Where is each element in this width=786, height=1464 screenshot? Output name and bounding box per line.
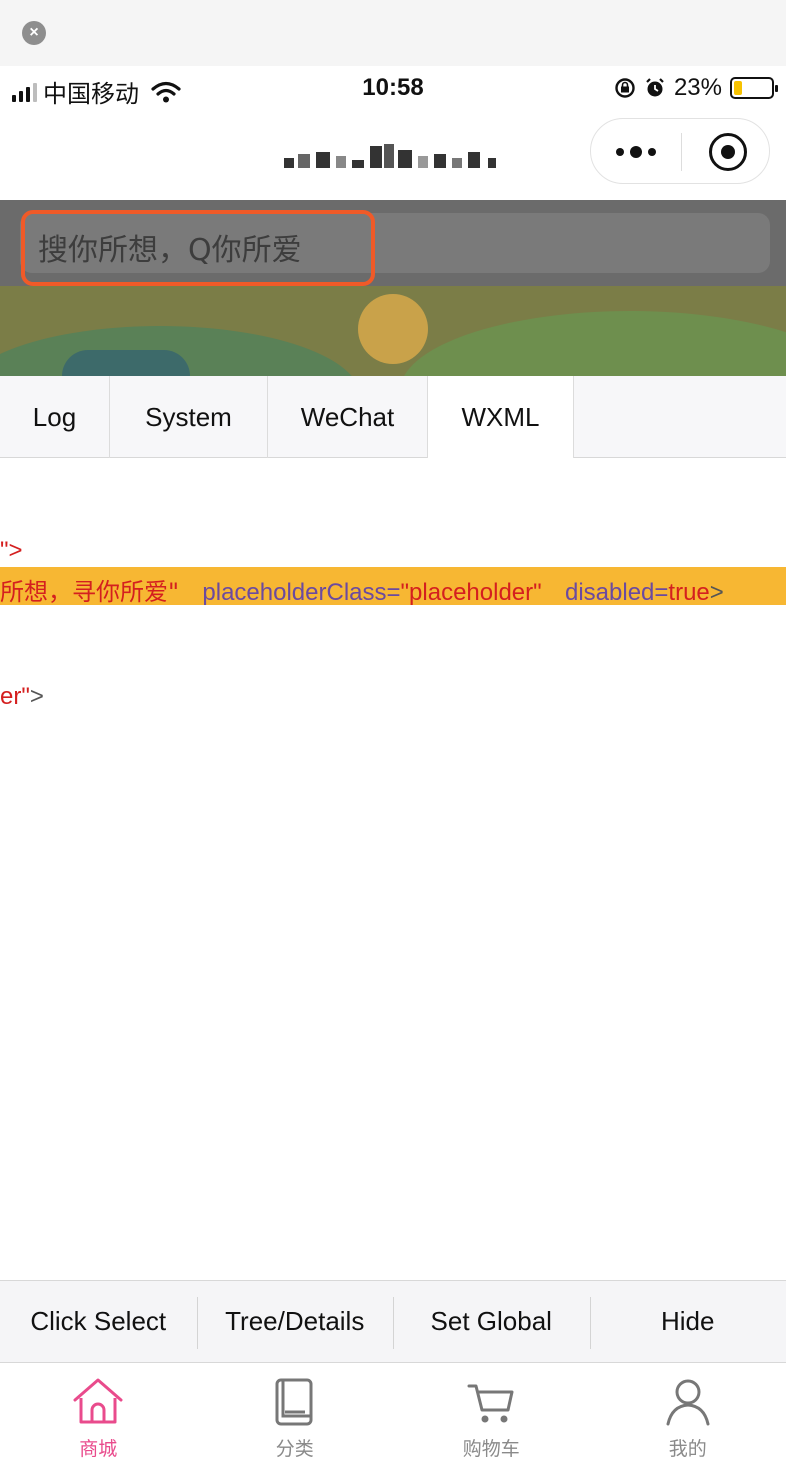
nav-bar [0, 112, 786, 200]
code-line-3: er"> [0, 683, 44, 711]
click-select-button[interactable]: Click Select [0, 1281, 197, 1362]
close-icon[interactable]: × [22, 21, 46, 45]
code-line-1-text: "> [0, 537, 23, 564]
tabbar-label-profile: 我的 [668, 1438, 707, 1460]
status-right: 23% [614, 74, 778, 102]
tree-details-label: Tree/Details [225, 1306, 365, 1336]
tab-wechat[interactable]: WeChat [268, 376, 428, 458]
capsule-menu [590, 118, 770, 184]
close-target-icon[interactable] [709, 133, 747, 171]
category-book-icon [275, 1378, 313, 1426]
debug-toolbar: Click Select Tree/Details Set Global Hid… [0, 1280, 786, 1363]
alarm-icon [646, 78, 664, 97]
bottom-tab-bar: 商城 分类 购物车 我的 [0, 1364, 786, 1464]
battery-level-fill [734, 81, 742, 95]
tab-wechat-label: WeChat [300, 401, 395, 432]
code-line-1: "> [0, 537, 23, 565]
tabbar-item-category[interactable]: 分类 [197, 1364, 394, 1464]
cart-icon [467, 1384, 514, 1423]
code-placeholder-value: 所想，寻你所爱" [0, 578, 180, 606]
status-bar: 中国移动 10:58 23% [0, 66, 786, 112]
tree-details-button[interactable]: Tree/Details [196, 1281, 394, 1362]
code-line-3-end: > [29, 683, 44, 710]
code-attr-disabled: disabled= [565, 579, 669, 606]
home-icon [73, 1378, 123, 1424]
set-global-label: Set Global [430, 1306, 552, 1336]
tabbar-item-mall[interactable]: 商城 [0, 1364, 197, 1464]
pixelated-app-title [284, 136, 504, 176]
tab-wxml-label: WXML [461, 401, 540, 432]
element-highlight-outline [21, 210, 375, 286]
tab-log[interactable]: Log [0, 376, 110, 458]
banner-sun [358, 294, 428, 364]
tabbar-item-cart[interactable]: 购物车 [393, 1364, 590, 1464]
code-tag-end: > [709, 579, 724, 606]
banner-hill-right [400, 311, 786, 376]
more-dots-icon[interactable] [591, 119, 681, 185]
tabbar-label-mall: 商城 [79, 1438, 118, 1460]
hide-label: Hide [661, 1306, 715, 1336]
tabbar-label-category: 分类 [275, 1438, 314, 1460]
capsule-divider [681, 133, 682, 171]
wxml-code-pane[interactable]: "> 所想，寻你所爱" placeholderClass="placeholde… [0, 459, 786, 1280]
promo-banner[interactable] [0, 286, 786, 376]
profile-icon [666, 1379, 710, 1426]
code-line-highlighted: 所想，寻你所爱" placeholderClass="placeholder" … [0, 567, 786, 606]
tab-wxml[interactable]: WXML [428, 376, 574, 458]
mini-program-close-bar: × [0, 0, 786, 66]
banner-sticker [62, 350, 190, 376]
battery-percent: 23% [673, 74, 722, 101]
code-attr-placeholderclass: placeholderClass= [202, 579, 401, 606]
tabbar-label-cart: 购物车 [462, 1438, 520, 1460]
hide-button[interactable]: Hide [589, 1281, 786, 1362]
debugger-tabs: Log System WeChat WXML [0, 376, 786, 458]
code-attr-disabled-value: true [668, 579, 710, 606]
code-line-3-value: er" [0, 683, 30, 710]
tabbar-item-profile[interactable]: 我的 [590, 1364, 786, 1464]
tab-system-label: System [145, 401, 232, 432]
click-select-label: Click Select [30, 1306, 167, 1336]
code-attr-placeholderclass-value: "placeholder" [400, 579, 542, 606]
set-global-button[interactable]: Set Global [393, 1281, 590, 1362]
rotation-lock-icon [615, 78, 635, 98]
tab-system[interactable]: System [110, 376, 268, 458]
battery-icon [730, 77, 778, 99]
tab-log-label: Log [32, 401, 77, 432]
